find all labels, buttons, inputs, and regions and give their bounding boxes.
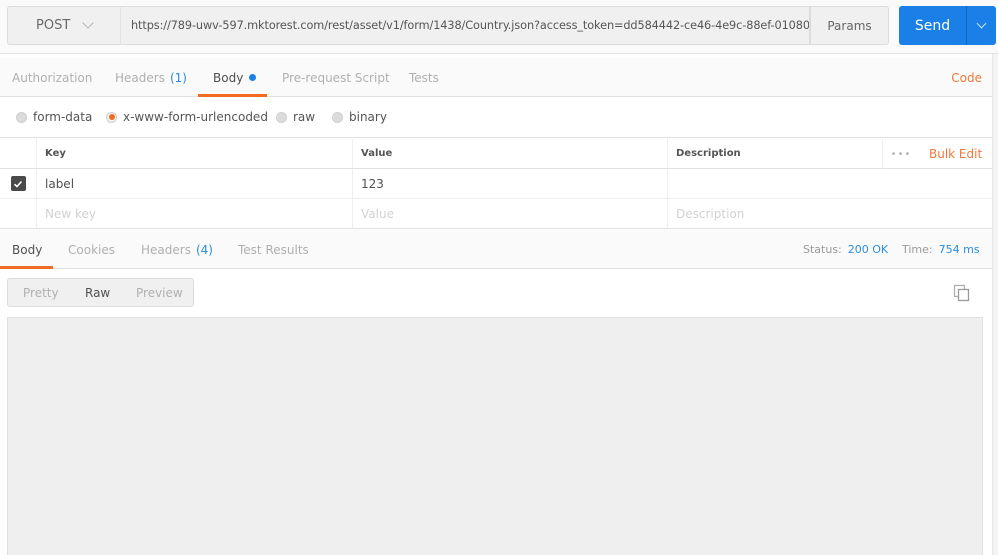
- radio-label: binary: [349, 110, 387, 124]
- view-pretty-button[interactable]: Pretty: [23, 279, 59, 306]
- table-row: label 123: [0, 169, 992, 199]
- view-raw-button[interactable]: Raw: [85, 279, 110, 306]
- code-link[interactable]: Code: [951, 58, 982, 97]
- tab-label: Test Results: [238, 242, 309, 257]
- row-value-input[interactable]: 123: [353, 169, 668, 198]
- radio-x-www-form-urlencoded[interactable]: x-www-form-urlencoded: [106, 97, 268, 137]
- tab-authorization[interactable]: Authorization: [12, 58, 92, 97]
- response-status: Status: 200 OK: [803, 230, 888, 269]
- chevron-down-icon: [82, 17, 94, 29]
- params-button[interactable]: Params: [810, 6, 889, 45]
- status-label: Status:: [803, 243, 842, 256]
- tab-label: Tests: [409, 70, 439, 85]
- active-tab-indicator: [0, 266, 53, 269]
- radio-label: form-data: [33, 110, 93, 124]
- radio-binary[interactable]: binary: [332, 97, 387, 137]
- tab-body[interactable]: Body: [213, 58, 257, 97]
- tab-pre-request-script[interactable]: Pre-request Script: [282, 58, 390, 97]
- tab-test-results[interactable]: Test Results: [238, 230, 309, 269]
- tab-label: Body: [213, 70, 244, 85]
- radio-label: x-www-form-urlencoded: [123, 110, 268, 124]
- radio-raw[interactable]: raw: [276, 97, 315, 137]
- new-value-input[interactable]: Value: [353, 199, 668, 228]
- radio-icon: [16, 111, 27, 123]
- view-preview-button[interactable]: Preview: [136, 279, 183, 306]
- header-check-cell: [0, 139, 37, 168]
- row-key-input[interactable]: label: [37, 169, 353, 198]
- bulk-edit-link[interactable]: Bulk Edit: [929, 139, 982, 169]
- new-key-input[interactable]: New key: [37, 199, 353, 228]
- url-input[interactable]: https://789-uwv-597.mktorest.com/rest/as…: [120, 6, 810, 45]
- headers-count: (1): [169, 70, 187, 85]
- body-type-selector: form-data x-www-form-urlencoded raw bina…: [0, 97, 992, 138]
- table-header: Key Value Description ••• Bulk Edit: [0, 139, 992, 169]
- response-headers-count: (4): [195, 242, 213, 257]
- more-options-icon[interactable]: •••: [882, 139, 919, 169]
- tab-label: Authorization: [12, 70, 93, 85]
- new-description-input[interactable]: Description: [668, 199, 992, 228]
- status-value: 200 OK: [847, 243, 889, 256]
- time-label: Time:: [902, 243, 933, 256]
- tab-label: Headers: [141, 242, 191, 257]
- row-enabled-checkbox[interactable]: [10, 176, 26, 191]
- tab-response-headers[interactable]: Headers (4): [141, 230, 213, 269]
- radio-form-data[interactable]: form-data: [16, 97, 92, 137]
- tab-cookies[interactable]: Cookies: [68, 230, 115, 269]
- request-tabs: Authorization Headers (1) Body Pre-reque…: [0, 58, 992, 97]
- modified-dot-icon: [249, 74, 257, 81]
- radio-label: raw: [293, 110, 316, 124]
- chevron-down-icon: [976, 18, 987, 29]
- tab-response-body[interactable]: Body: [12, 230, 42, 269]
- send-button[interactable]: Send: [899, 6, 966, 45]
- new-row: New key Value Description: [0, 199, 992, 229]
- method-dropdown[interactable]: POST: [7, 6, 120, 45]
- row-description-input[interactable]: [668, 169, 992, 198]
- params-table: Key Value Description ••• Bulk Edit labe…: [0, 139, 992, 229]
- time-value: 754 ms: [938, 243, 980, 256]
- scrollbar[interactable]: [992, 54, 998, 555]
- response-time: Time: 754 ms: [902, 230, 980, 269]
- tab-label: Body: [12, 242, 43, 257]
- send-options-dropdown[interactable]: [966, 6, 996, 45]
- copy-icon[interactable]: [953, 284, 971, 302]
- row-check-cell: [0, 199, 37, 228]
- request-url-bar: POST https://789-uwv-597.mktorest.com/re…: [0, 0, 998, 54]
- radio-icon: [332, 111, 343, 123]
- tab-label: Pre-request Script: [282, 70, 390, 85]
- method-label: POST: [36, 18, 71, 33]
- radio-selected-icon: [106, 111, 117, 123]
- response-body-area[interactable]: [7, 317, 983, 555]
- tab-headers[interactable]: Headers (1): [115, 58, 187, 97]
- radio-icon: [276, 111, 287, 123]
- header-value: Value: [353, 139, 668, 168]
- header-key: Key: [37, 139, 353, 168]
- response-tabs: Body Cookies Headers (4) Test Results St…: [0, 230, 992, 269]
- view-mode-toggle: Pretty Raw Preview: [7, 278, 194, 307]
- tab-label: Headers: [115, 70, 165, 85]
- checkmark-icon: [13, 180, 23, 188]
- tab-tests[interactable]: Tests: [409, 58, 439, 97]
- tab-label: Cookies: [68, 242, 115, 257]
- row-check-cell: [0, 169, 37, 198]
